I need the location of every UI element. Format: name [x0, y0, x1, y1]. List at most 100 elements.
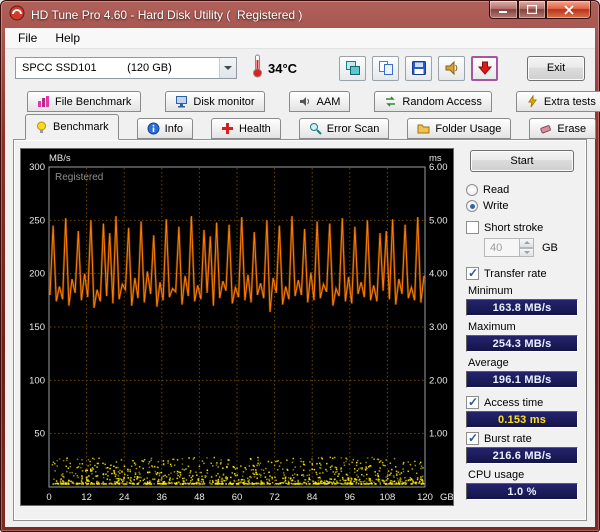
- short-stroke-checkbox-box: [466, 221, 479, 234]
- aam-speaker-icon: [299, 95, 312, 108]
- copy-text-button[interactable]: [372, 56, 399, 81]
- save-screenshot-button[interactable]: [405, 56, 432, 81]
- svg-text:12: 12: [81, 492, 92, 503]
- svg-text:72: 72: [269, 492, 280, 503]
- tab-random-access[interactable]: Random Access: [374, 91, 491, 112]
- access-time-label: Access time: [484, 397, 543, 409]
- start-button[interactable]: Start: [470, 150, 574, 172]
- tab-disk-monitor[interactable]: Disk monitor: [165, 91, 264, 112]
- svg-text:MB/s: MB/s: [49, 153, 71, 164]
- tab-benchmark[interactable]: Benchmark: [25, 114, 119, 140]
- menubar: File Help: [5, 28, 595, 49]
- tab-label: Benchmark: [53, 121, 109, 133]
- temperature-value: 34°C: [268, 61, 297, 76]
- svg-text:2.00: 2.00: [429, 375, 448, 386]
- speaker-icon: [444, 60, 460, 76]
- hd-tune-window: HD Tune Pro 4.60 - Hard Disk Utility ( R…: [0, 0, 600, 532]
- tab-folder-usage[interactable]: Folder Usage: [407, 118, 511, 139]
- maximize-icon: [527, 5, 537, 14]
- monitor-icon: [175, 95, 188, 108]
- chevron-down-icon: [224, 66, 232, 70]
- transfer-rate-checkbox-box: [466, 267, 479, 280]
- info-icon: [147, 122, 160, 135]
- client-area: File Help SPCC SSD101 (120 GB) 34°C: [5, 28, 595, 527]
- cpu-usage-value: 1.0 %: [466, 483, 578, 500]
- sound-button[interactable]: [438, 56, 465, 81]
- short-stroke-unit: GB: [542, 242, 558, 254]
- svg-text:200: 200: [29, 269, 45, 280]
- tab-row-secondary: File Benchmark Disk monitor AAM Random A…: [5, 89, 595, 112]
- menu-file[interactable]: File: [9, 29, 46, 47]
- file-benchmark-icon: [37, 95, 50, 108]
- short-stroke-checkbox[interactable]: Short stroke: [466, 221, 578, 234]
- svg-text:108: 108: [379, 492, 395, 503]
- svg-text:300: 300: [29, 162, 45, 173]
- tab-bar: File Benchmark Disk monitor AAM Random A…: [5, 87, 595, 139]
- access-time-checkbox[interactable]: Access time: [466, 396, 578, 409]
- benchmark-controls: Start Read Write Short stroke 40: [454, 148, 582, 514]
- svg-text:3.00: 3.00: [429, 322, 448, 333]
- drive-select-dropdown-button[interactable]: [219, 58, 236, 78]
- close-button[interactable]: [546, 1, 591, 19]
- svg-text:250: 250: [29, 215, 45, 226]
- access-time-value: 0.153 ms: [466, 411, 578, 428]
- svg-text:96: 96: [345, 492, 356, 503]
- burst-rate-label: Burst rate: [484, 433, 532, 445]
- svg-text:36: 36: [157, 492, 168, 503]
- svg-text:4.00: 4.00: [429, 269, 448, 280]
- arrow-up-icon: [524, 241, 530, 244]
- health-cross-icon: [221, 122, 234, 135]
- tab-label: File Benchmark: [55, 96, 131, 108]
- write-radio-label: Write: [483, 200, 508, 212]
- transfer-rate-checkbox[interactable]: Transfer rate: [466, 267, 578, 280]
- drive-select-value: SPCC SSD101 (120 GB): [16, 62, 219, 74]
- tab-label: Erase: [557, 123, 586, 135]
- tab-label: Error Scan: [327, 123, 380, 135]
- short-stroke-stepper: [520, 238, 534, 257]
- burst-rate-checkbox[interactable]: Burst rate: [466, 432, 578, 445]
- tab-label: AAM: [317, 96, 341, 108]
- tab-erase[interactable]: Erase: [529, 118, 596, 139]
- update-download-button[interactable]: [471, 56, 498, 81]
- lamp-icon: [35, 121, 48, 134]
- save-icon: [411, 60, 427, 76]
- tab-label: Info: [165, 123, 183, 135]
- down-arrow-icon: [477, 60, 493, 76]
- temperature-display: 34°C: [251, 53, 297, 83]
- copy-screenshot-button[interactable]: [339, 56, 366, 81]
- window-controls: [489, 1, 591, 19]
- app-icon: [9, 5, 25, 24]
- tab-label: Health: [239, 123, 271, 135]
- svg-text:24: 24: [119, 492, 130, 503]
- window-title: HD Tune Pro 4.60 - Hard Disk Utility ( R…: [31, 8, 302, 22]
- svg-text:0: 0: [46, 492, 51, 503]
- toolbar-buttons: [339, 56, 498, 81]
- maximize-button[interactable]: [518, 1, 546, 19]
- write-radio[interactable]: Write: [466, 200, 578, 212]
- tab-error-scan[interactable]: Error Scan: [299, 118, 390, 139]
- svg-text:Registered: Registered: [55, 172, 103, 183]
- short-stroke-label: Short stroke: [484, 222, 543, 234]
- tab-extra-tests[interactable]: Extra tests: [516, 91, 600, 112]
- read-radio[interactable]: Read: [466, 184, 578, 196]
- tab-file-benchmark[interactable]: File Benchmark: [27, 91, 141, 112]
- read-radio-circle: [466, 184, 478, 196]
- tab-aam[interactable]: AAM: [289, 91, 351, 112]
- maximum-label: Maximum: [468, 321, 578, 333]
- short-stroke-size: 40 GB: [484, 238, 578, 257]
- tab-info[interactable]: Info: [137, 118, 193, 139]
- menu-help[interactable]: Help: [46, 29, 89, 47]
- svg-text:60: 60: [232, 492, 243, 503]
- tab-health[interactable]: Health: [211, 118, 281, 139]
- exit-button[interactable]: Exit: [527, 56, 585, 81]
- eraser-icon: [539, 122, 552, 135]
- minimum-value: 163.8 MB/s: [466, 299, 578, 316]
- arrow-down-icon: [524, 251, 530, 254]
- burst-rate-checkbox-box: [466, 432, 479, 445]
- svg-text:ms: ms: [429, 153, 442, 164]
- titlebar[interactable]: HD Tune Pro 4.60 - Hard Disk Utility ( R…: [1, 1, 599, 28]
- drive-select[interactable]: SPCC SSD101 (120 GB): [15, 57, 237, 79]
- read-radio-label: Read: [483, 184, 509, 196]
- svg-text:5.00: 5.00: [429, 215, 448, 226]
- minimize-button[interactable]: [489, 1, 518, 19]
